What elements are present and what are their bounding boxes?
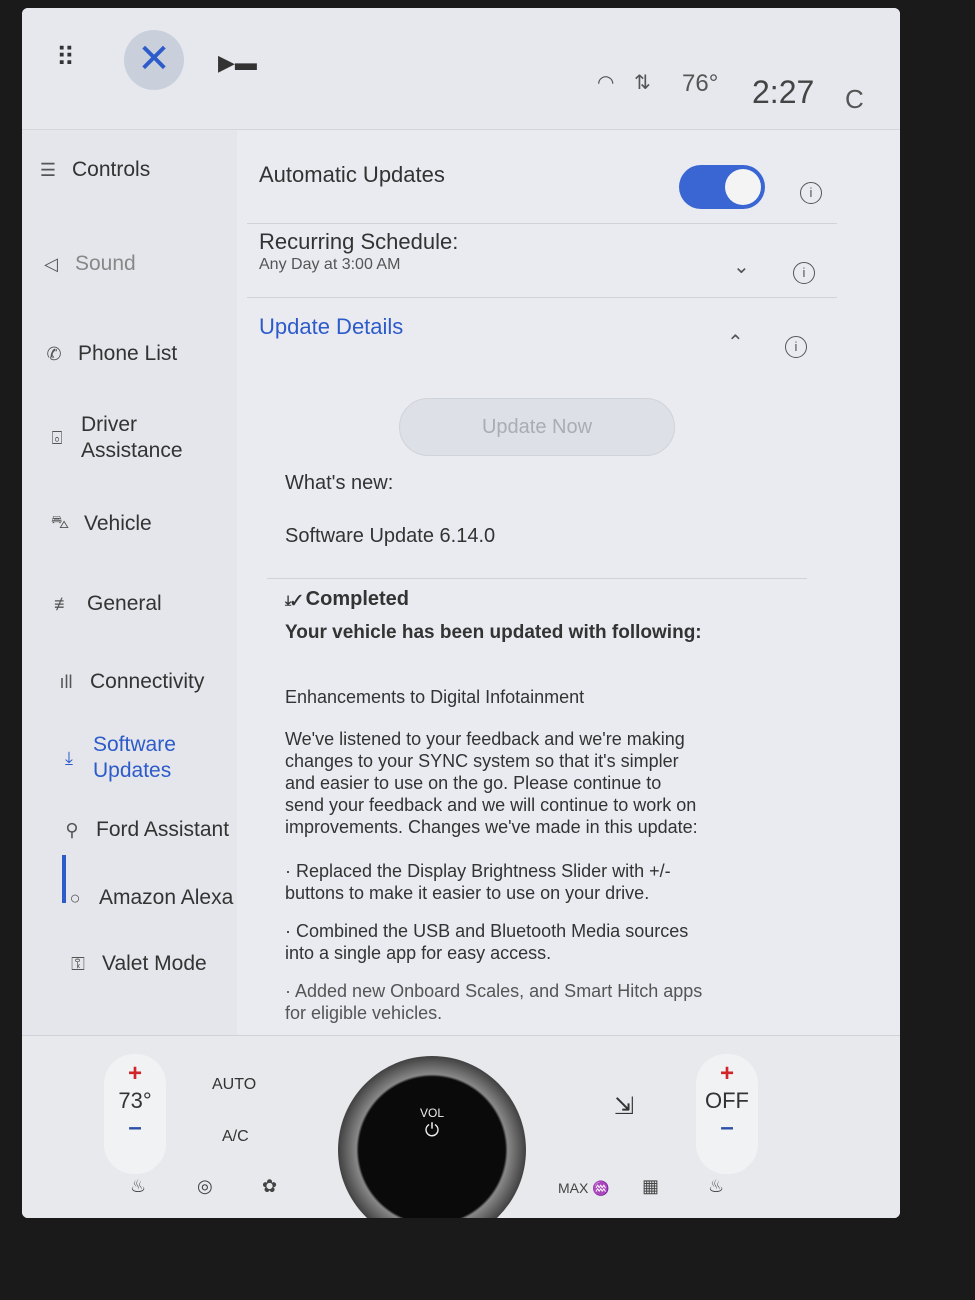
heated-steering-icon[interactable]: ◎: [197, 1176, 213, 1197]
temp-up-button[interactable]: +: [696, 1060, 758, 1088]
close-button[interactable]: ✕: [124, 30, 184, 90]
update-heading: Enhancements to Digital Infotainment: [285, 687, 585, 707]
top-bar: ⠿ ✕ ▶▬ ◠ ⇅ 76° 2:27 C: [22, 8, 900, 130]
sidebar-item-label: Sound: [75, 252, 136, 275]
sidebar-item-sound[interactable]: ◁ Sound: [39, 252, 136, 276]
download-icon: ⤓: [65, 747, 73, 768]
bullet-item: · Added new Onboard Scales, and Smart Hi…: [285, 981, 703, 1023]
automatic-updates-row: Automatic Updates i: [247, 130, 837, 224]
fan-icon[interactable]: ✿: [262, 1176, 277, 1197]
vol-label: VOL: [419, 1106, 444, 1120]
passenger-temp-control[interactable]: + OFF –: [696, 1054, 758, 1174]
recurring-schedule-value: Any Day at 3:00 AM: [259, 256, 401, 273]
grid-icon[interactable]: ⠿: [56, 44, 88, 70]
info-icon[interactable]: i: [793, 262, 815, 284]
chevron-up-icon[interactable]: ⌃: [727, 330, 744, 355]
update-body: We've listened to your feedback and we'r…: [285, 729, 698, 837]
sidebar-item-phone-list[interactable]: ✆ Phone List: [42, 342, 177, 366]
sidebar-item-general[interactable]: ≢ General: [51, 592, 162, 616]
whats-new-label: What's new:: [285, 472, 394, 494]
software-version: Software Update 6.14.0: [285, 525, 496, 547]
sidebar-item-label: Connectivity: [90, 670, 205, 693]
auto-button[interactable]: AUTO: [212, 1076, 256, 1094]
temp-down-button[interactable]: –: [104, 1114, 166, 1142]
power-icon: ⏻: [424, 1120, 440, 1140]
controls-icon: ☰: [39, 159, 57, 180]
close-icon: ✕: [137, 37, 171, 81]
climate-bar: + 73° – AUTO A/C VOL ⏻ ⇲ + OFF – ♨ ◎ ✿ M…: [22, 1035, 900, 1218]
sidebar-item-label: Ford Assistant: [96, 818, 230, 841]
passenger-temp: OFF: [705, 1088, 749, 1113]
download-check-icon: ⤓✓: [285, 592, 306, 608]
bullet-item: · Combined the USB and Bluetooth Media s…: [285, 921, 689, 963]
info-icon[interactable]: i: [785, 336, 807, 358]
infotainment-screen: ⠿ ✕ ▶▬ ◠ ⇅ 76° 2:27 C Automatic Updates …: [22, 8, 900, 1218]
sidebar-item-valet-mode[interactable]: ⚿ Valet Mode: [66, 952, 207, 976]
chevron-down-icon[interactable]: ⌄: [733, 254, 750, 279]
signal-arrows-icon: ⇅: [634, 72, 651, 94]
status-subtitle: Your vehicle has been updated with follo…: [285, 622, 702, 643]
sidebar-item-label: Vehicle: [84, 512, 152, 535]
volume-knob[interactable]: VOL ⏻: [338, 1056, 526, 1218]
info-icon[interactable]: i: [800, 182, 822, 204]
sidebar-item-ford-assistant[interactable]: ⚲ Ford Assistant: [60, 818, 229, 842]
wifi-icon: ◠: [597, 72, 615, 94]
sidebar-item-controls[interactable]: ☰ Controls: [36, 158, 150, 182]
heated-seat-icon[interactable]: ♨: [130, 1176, 146, 1197]
sidebar-item-driver-assistance[interactable]: ⌻ Driver Assistance: [45, 412, 191, 464]
max-defrost-button[interactable]: MAX ♒: [558, 1180, 610, 1197]
clock: 2:27: [752, 74, 815, 110]
sliders-icon: ≢: [54, 593, 72, 614]
status-completed: Completed: [305, 588, 409, 610]
driver-temp-control[interactable]: + 73° –: [104, 1054, 166, 1174]
assistant-icon: ⚲: [65, 819, 79, 840]
sidebar-item-label: Software Updates: [93, 733, 176, 782]
sidebar-item-label: Driver Assistance: [81, 413, 183, 462]
bullet-item: · Replaced the Display Brightness Slider…: [285, 861, 671, 903]
sidebar-item-software-updates[interactable]: ⤓ Software Updates: [57, 732, 203, 784]
update-now-button[interactable]: Update Now: [399, 398, 675, 456]
vehicle-icon: ⛍: [50, 512, 70, 532]
recurring-schedule-label: Recurring Schedule:: [259, 229, 459, 254]
rear-defrost-icon[interactable]: ▦: [642, 1176, 659, 1197]
max-label: MAX: [558, 1180, 589, 1196]
airflow-icon[interactable]: ⇲: [614, 1092, 634, 1121]
toggle-knob: [725, 169, 761, 205]
driver-temp: 73°: [118, 1088, 152, 1113]
temp-down-button[interactable]: –: [696, 1114, 758, 1142]
driver-assist-icon: ⌻: [51, 427, 63, 448]
media-icon[interactable]: ▶▬: [218, 50, 257, 76]
sidebar-item-label: Valet Mode: [102, 952, 207, 975]
passenger-seat-icon[interactable]: ♨: [708, 1176, 724, 1197]
signal-icon: ıll: [59, 671, 73, 692]
automatic-updates-toggle[interactable]: [679, 165, 765, 209]
settings-panel: Automatic Updates i Recurring Schedule: …: [247, 130, 842, 1035]
sidebar-item-vehicle[interactable]: ⛍ Vehicle: [48, 512, 152, 536]
outside-temp: 76°: [682, 70, 719, 97]
ac-button[interactable]: A/C: [222, 1128, 249, 1146]
alexa-icon: ○: [69, 887, 81, 908]
sidebar-item-label: Controls: [72, 158, 151, 181]
temp-up-button[interactable]: +: [104, 1060, 166, 1088]
recurring-schedule-row[interactable]: Recurring Schedule: Any Day at 3:00 AM ⌄…: [247, 224, 837, 298]
sidebar-item-amazon-alexa[interactable]: ○ Amazon Alexa: [63, 886, 234, 910]
speaker-icon: ◁: [44, 253, 58, 274]
sidebar-item-label: Amazon Alexa: [99, 886, 234, 909]
update-details-header[interactable]: Update Details: [259, 314, 403, 340]
divider: [267, 578, 807, 579]
user-profile[interactable]: C: [845, 84, 864, 115]
valet-icon: ⚿: [71, 953, 85, 974]
sidebar-item-label: General: [87, 592, 162, 615]
sidebar-item-connectivity[interactable]: ıll Connectivity: [54, 670, 205, 694]
sidebar-item-label: Phone List: [78, 342, 178, 365]
phone-icon: ✆: [46, 343, 62, 364]
automatic-updates-label: Automatic Updates: [259, 162, 445, 187]
